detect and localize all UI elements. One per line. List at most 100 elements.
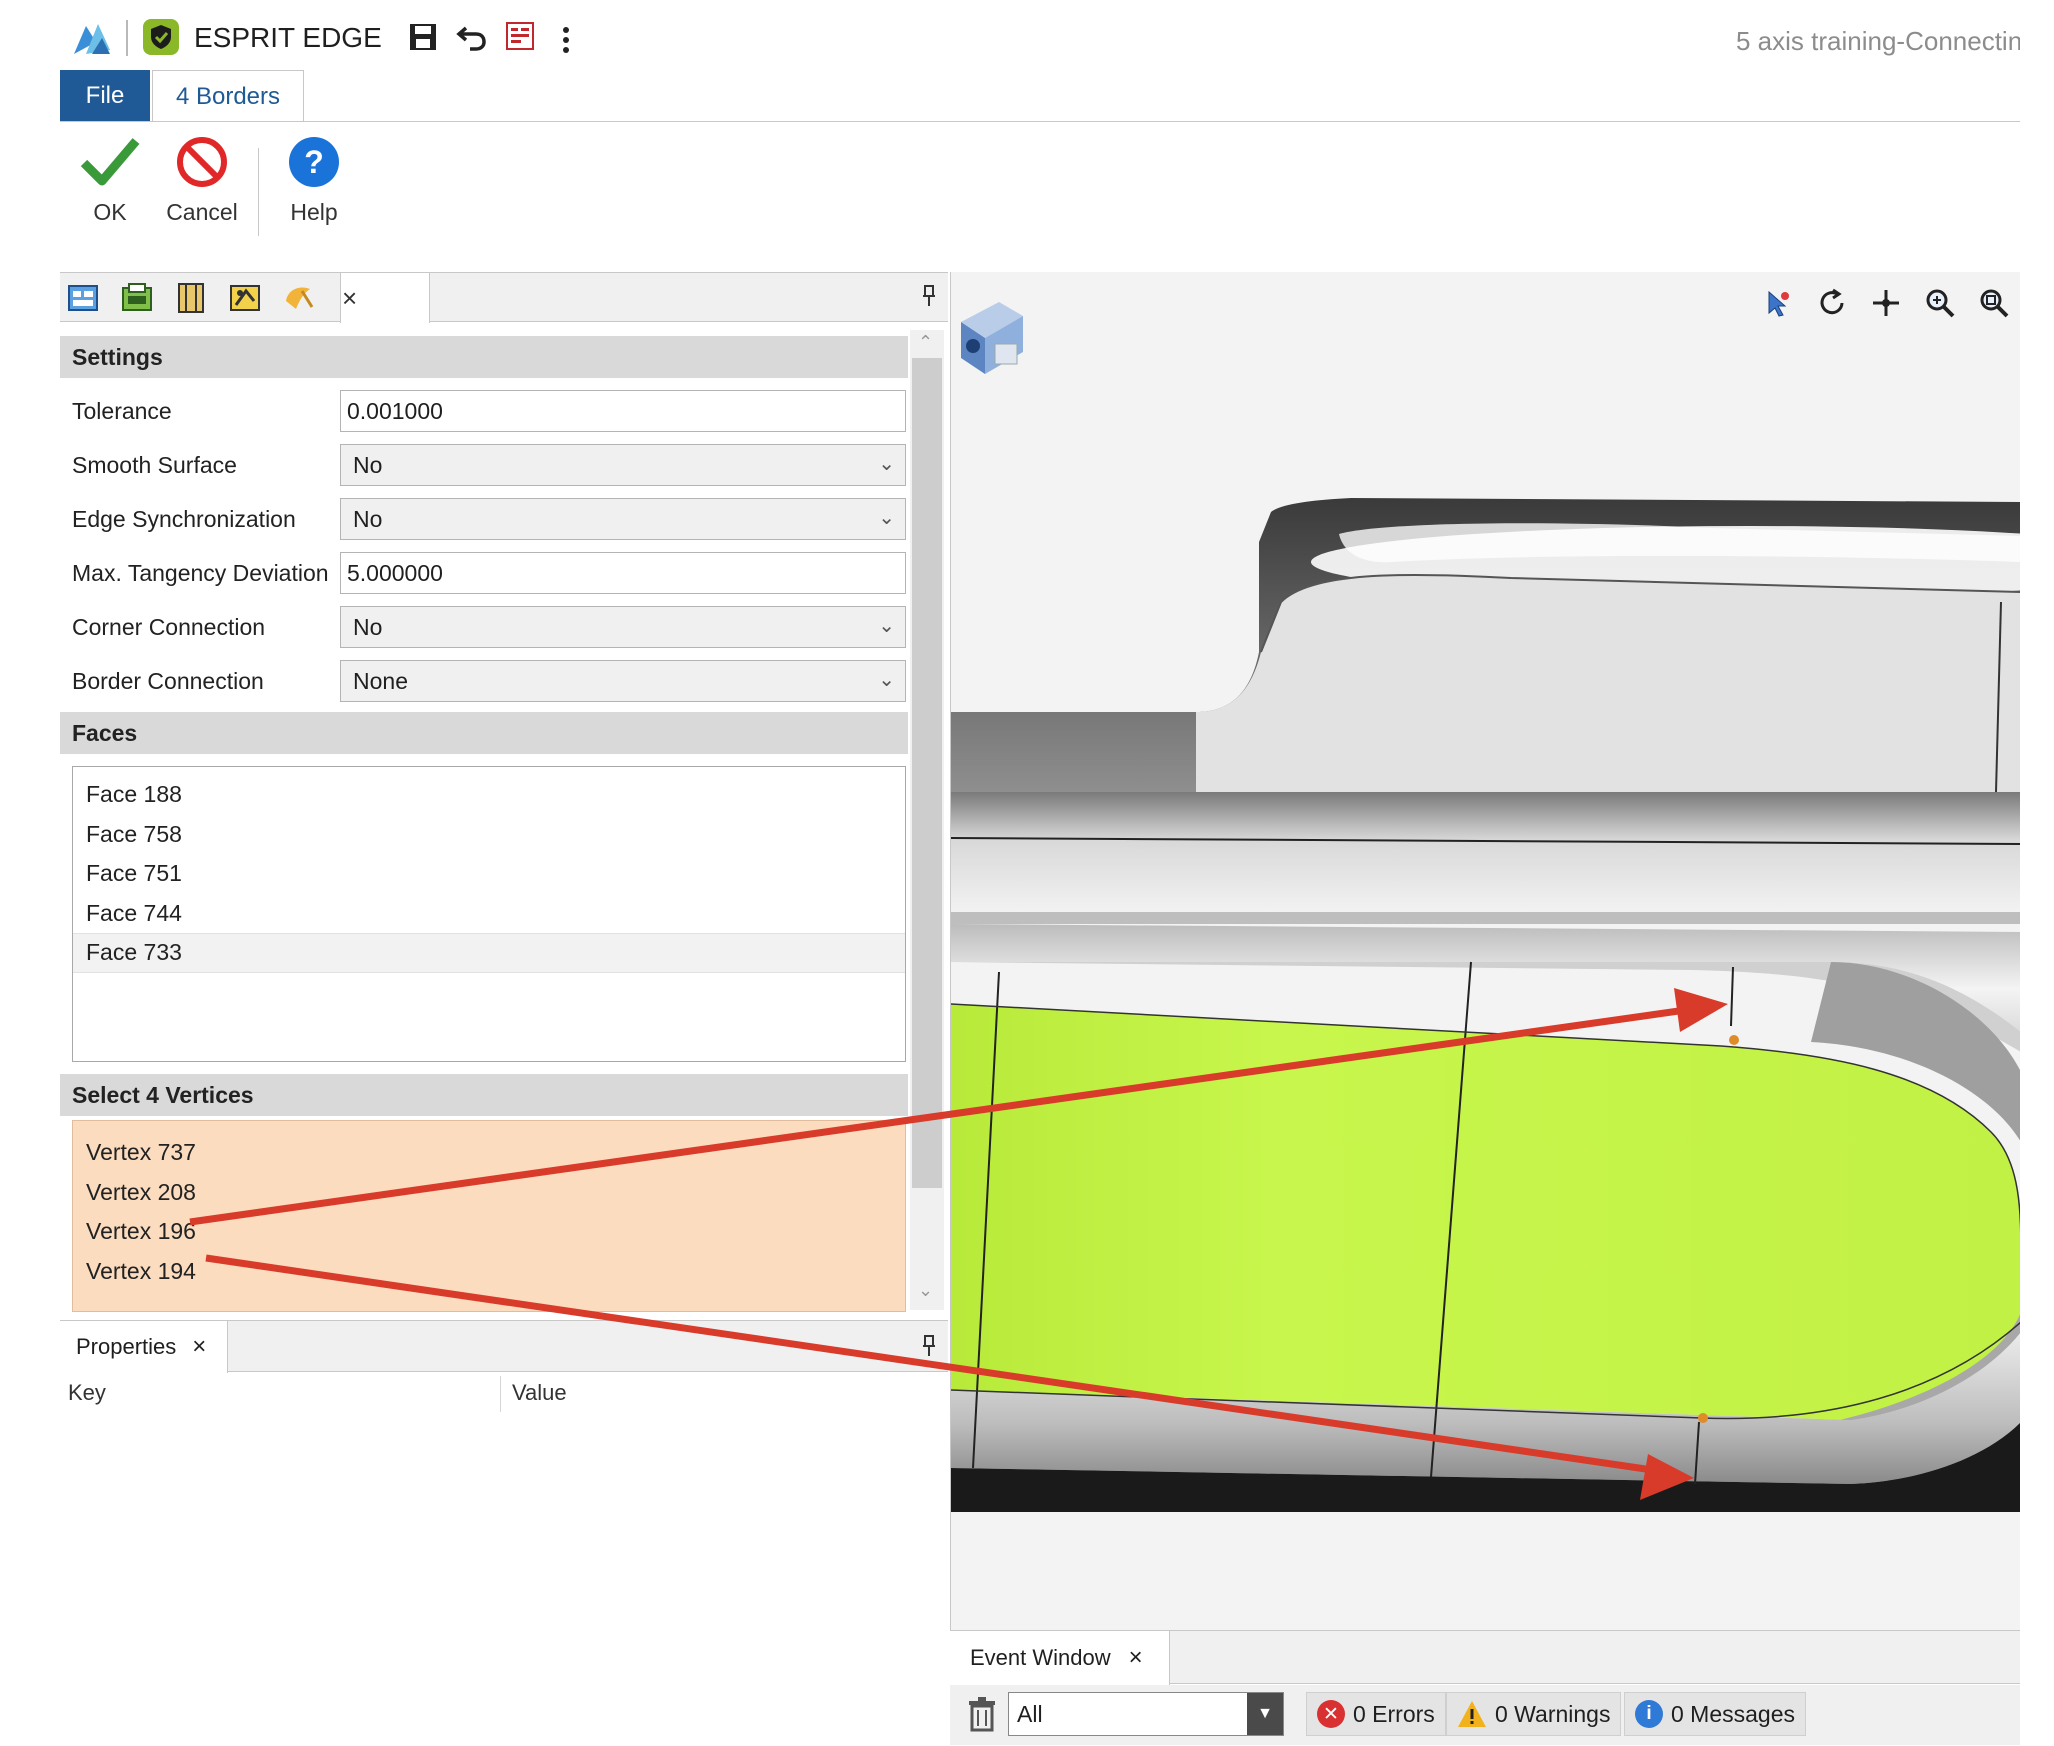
zoom-fit-icon[interactable] (1974, 288, 2014, 326)
border-connection-label: Border Connection (72, 668, 264, 694)
tab-properties[interactable]: Properties × (60, 1321, 228, 1373)
list-item[interactable]: Face 744 (73, 894, 905, 934)
corner-connection-select[interactable]: No ⌄ (340, 606, 906, 648)
smooth-surface-select[interactable]: No ⌄ (340, 444, 906, 486)
edge-sync-select[interactable]: No ⌄ (340, 498, 906, 540)
error-icon: ✕ (1317, 1700, 1345, 1728)
vertex-marker[interactable] (1698, 1413, 1708, 1423)
tool-manager-icon[interactable] (228, 281, 262, 315)
edge-sync-value: No (353, 505, 383, 532)
tolerance-value: 0.001000 (347, 397, 443, 424)
more-options-icon[interactable] (562, 26, 570, 56)
scrollbar-thumb[interactable] (912, 358, 942, 1188)
chevron-down-icon: ⌄ (878, 669, 895, 691)
pan-icon[interactable] (1866, 288, 1906, 326)
cancel-button[interactable]: Cancel (160, 135, 244, 245)
help-label: Help (290, 199, 338, 225)
view-cube-icon[interactable] (961, 302, 1023, 374)
chevron-down-icon: ⌄ (878, 453, 895, 475)
dropdown-arrow-icon[interactable]: ▼ (1247, 1693, 1283, 1735)
vertices-header: Select 4 Vertices (60, 1074, 908, 1116)
ok-button[interactable]: OK (74, 135, 146, 245)
border-connection-value: None (353, 667, 408, 694)
errors-count: 0 Errors (1353, 1700, 1435, 1727)
properties-col-divider (500, 1376, 501, 1412)
operation-manager-icon[interactable] (174, 281, 208, 315)
info-icon: i (1635, 1700, 1663, 1728)
faces-header: Faces (60, 712, 908, 754)
panel-pin-icon[interactable] (922, 285, 936, 313)
checkmark-icon (80, 138, 140, 186)
undo-icon[interactable] (456, 22, 488, 52)
vertex-marker[interactable] (1729, 1035, 1739, 1045)
list-item[interactable]: Vertex 208 (73, 1173, 905, 1213)
errors-filter-button[interactable]: ✕ 0 Errors (1306, 1692, 1446, 1736)
shield-icon (142, 18, 180, 56)
messages-filter-button[interactable]: i 0 Messages (1624, 1692, 1807, 1736)
app-logo-icon (72, 20, 112, 56)
event-filter-select[interactable]: All ▼ (1008, 1692, 1284, 1736)
event-window-strip: Event Window × (950, 1630, 2020, 1685)
save-icon[interactable] (408, 22, 438, 52)
scroll-down-icon[interactable]: ⌄ (918, 1280, 933, 1301)
tab-4-borders[interactable]: 4 Borders (152, 70, 304, 122)
event-window-close-button[interactable]: × (1129, 1644, 1143, 1672)
tolerance-input[interactable]: 0.001000 (340, 390, 906, 432)
list-item[interactable]: Face 733 (73, 933, 905, 973)
corner-connection-value: No (353, 613, 383, 640)
tolerance-label: Tolerance (72, 398, 172, 424)
properties-tab-label: Properties (76, 1334, 177, 1359)
tab-event-window[interactable]: Event Window × (950, 1631, 1170, 1685)
properties-pin-icon[interactable] (922, 1335, 936, 1363)
properties-strip: Properties × (60, 1320, 948, 1373)
event-filter-value: All (1017, 1700, 1043, 1727)
list-item[interactable]: Vertex 194 (73, 1252, 905, 1292)
list-item[interactable]: Face 751 (73, 854, 905, 894)
faces-list[interactable]: Face 188 Face 758 Face 751 Face 744 Face… (72, 766, 906, 1062)
chevron-down-icon: ⌄ (878, 615, 895, 637)
cancel-icon (177, 137, 227, 187)
chevron-down-icon: ⌄ (878, 507, 895, 529)
list-item[interactable]: Vertex 196 (73, 1212, 905, 1252)
app-title: ESPRIT EDGE (194, 22, 382, 53)
ok-label: OK (93, 199, 127, 225)
clear-events-trash-icon[interactable] (966, 1696, 998, 1732)
properties-close-button[interactable]: × (192, 1333, 206, 1361)
smooth-surface-value: No (353, 451, 383, 478)
project-manager-icon[interactable] (66, 281, 100, 315)
max-tangency-input[interactable]: 5.000000 (340, 552, 906, 594)
graphics-viewport[interactable] (950, 272, 2020, 1630)
panel-toolbar: × (60, 272, 948, 323)
document-title: 5 axis training-Connecting (1736, 26, 2020, 56)
vertices-list[interactable]: Vertex 737 Vertex 208 Vertex 196 Vertex … (72, 1120, 906, 1312)
max-tangency-value: 5.000000 (347, 559, 443, 586)
list-item[interactable]: Face 758 (73, 815, 905, 855)
properties-value-header[interactable]: Value (512, 1380, 567, 1406)
list-item[interactable]: Vertex 737 (73, 1133, 905, 1173)
nc-code-icon[interactable] (506, 22, 534, 50)
viewport-toolbar (1752, 282, 2020, 332)
smooth-surface-label: Smooth Surface (72, 452, 237, 478)
cancel-label: Cancel (166, 199, 238, 225)
border-connection-select[interactable]: None ⌄ (340, 660, 906, 702)
event-window-tab-label: Event Window (970, 1645, 1111, 1670)
rotate-icon[interactable] (1812, 288, 1852, 326)
svg-text:?: ? (304, 144, 324, 180)
part-model[interactable] (951, 272, 2020, 1630)
edge-sync-label: Edge Synchronization (72, 506, 296, 532)
help-icon: ? (289, 137, 339, 187)
tab-file[interactable]: File (60, 70, 150, 122)
list-item[interactable]: Face 188 (73, 775, 905, 815)
properties-key-header[interactable]: Key (68, 1380, 106, 1406)
zoom-icon[interactable] (1920, 288, 1960, 326)
select-filter-icon[interactable] (1758, 288, 1798, 326)
warnings-count: 0 Warnings (1495, 1700, 1611, 1727)
panel-tab-close-button[interactable]: × (342, 283, 357, 314)
scroll-up-icon[interactable]: ⌃ (918, 332, 933, 353)
settings-header: Settings (60, 336, 908, 378)
warning-icon (1458, 1701, 1486, 1727)
help-button[interactable]: ? Help (280, 135, 348, 245)
border-tool-icon[interactable] (282, 281, 316, 315)
warnings-filter-button[interactable]: 0 Warnings (1446, 1692, 1622, 1736)
feature-manager-icon[interactable] (120, 281, 154, 315)
